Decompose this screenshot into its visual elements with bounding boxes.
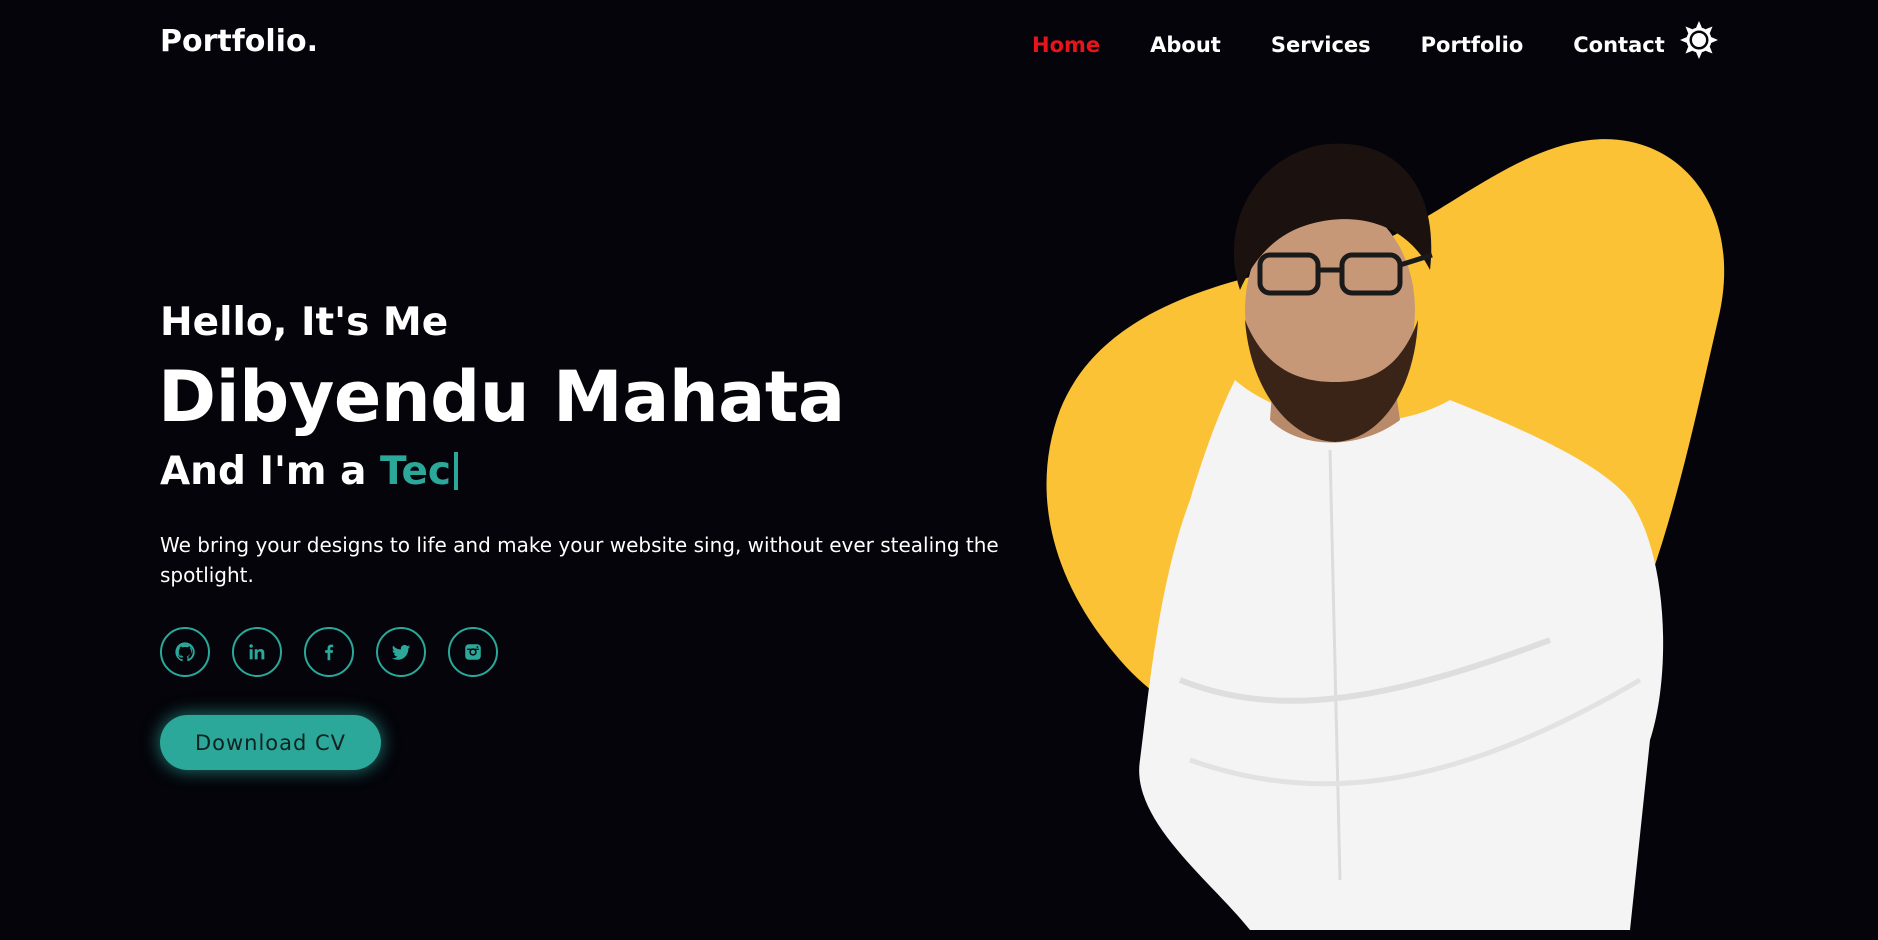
linkedin-icon [249,644,265,660]
linkedin-link[interactable] [232,627,282,677]
hero-illustration [1046,139,1725,930]
sun-icon [1680,21,1718,59]
site-header: Portfolio. Home About Services Portfolio… [0,0,1878,86]
twitter-icon [391,644,411,660]
github-icon [175,642,195,662]
nav-home[interactable]: Home [1032,33,1100,57]
page: Portfolio. Home About Services Portfolio… [0,0,1878,940]
hero-description: We bring your designs to life and make y… [160,533,999,587]
nav-contact[interactable]: Contact [1573,33,1665,57]
theme-toggle-button[interactable] [1679,20,1719,60]
nav-services[interactable]: Services [1271,33,1371,57]
facebook-icon [325,644,334,661]
main-nav: Home About Services Portfolio Contact [1032,30,1715,60]
hero-greeting: Hello, It's Me [160,300,449,345]
nav-about[interactable]: About [1150,33,1221,57]
instagram-icon [465,644,481,660]
hero-image [1030,120,1750,940]
social-links [160,627,520,677]
site-logo[interactable]: Portfolio. [160,24,318,59]
download-cv-button[interactable]: Download CV [160,715,381,770]
twitter-link[interactable] [376,627,426,677]
nav-portfolio[interactable]: Portfolio [1421,33,1524,57]
role-prefix: And I'm a [160,449,381,494]
instagram-link[interactable] [448,627,498,677]
hero-role: And I'm a Tec [160,449,459,494]
facebook-link[interactable] [304,627,354,677]
hero-name: Dibyendu Mahata [158,356,845,438]
github-link[interactable] [160,627,210,677]
typing-caret [454,452,459,490]
role-typed-text: Tec [380,449,452,494]
